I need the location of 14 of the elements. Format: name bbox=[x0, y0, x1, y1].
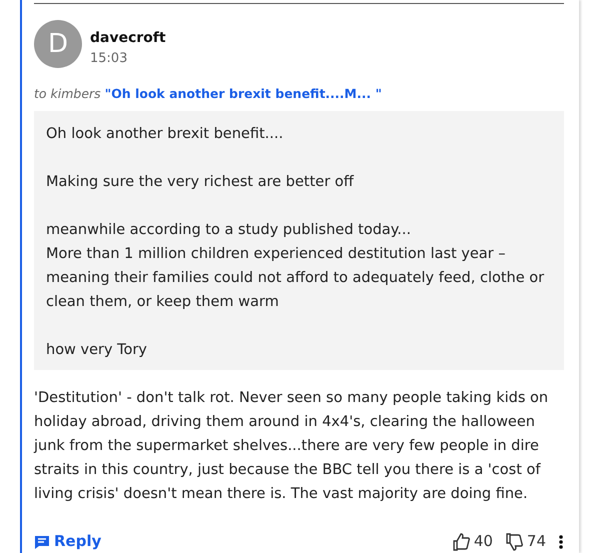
comment-time: 15:03 bbox=[90, 50, 128, 68]
reply-button[interactable]: Reply bbox=[34, 530, 102, 553]
comment-icon bbox=[34, 534, 50, 550]
dislike-count: 74 bbox=[526, 531, 546, 552]
more-options-icon[interactable] bbox=[558, 534, 564, 550]
quoted-comment: Oh look another brexit benefit.... Making sure the very richest are better off meanwhile according to a study published today... More than 1 million children experienced destitution last year – meaning their families could not afford to adequately feed, clothe or clean them, or keep them warm how very Tory bbox=[34, 111, 564, 370]
reply-to-text: to kimbers bbox=[34, 84, 101, 102]
thumbs-down-icon[interactable] bbox=[504, 532, 523, 552]
comment-text: 'Destitution' - don't talk rot. Never seen so many people taking kids on holiday abroad, driving them around in 4x4's, clearing the halloween junk from the supermarket shelves...there are very few people in dire straits in this country, just because the BBC tell you there is a 'cost of living crisis' doesn't mean there is. The vast majority are doing fine. bbox=[34, 389, 550, 504]
avatar: D bbox=[34, 20, 82, 68]
author-name: davecroft bbox=[90, 29, 166, 48]
thumbs-up-icon[interactable] bbox=[452, 532, 470, 552]
like-count: 40 bbox=[474, 531, 493, 552]
quote-link[interactable]: "Oh look another brexit benefit....M... " bbox=[104, 84, 382, 104]
